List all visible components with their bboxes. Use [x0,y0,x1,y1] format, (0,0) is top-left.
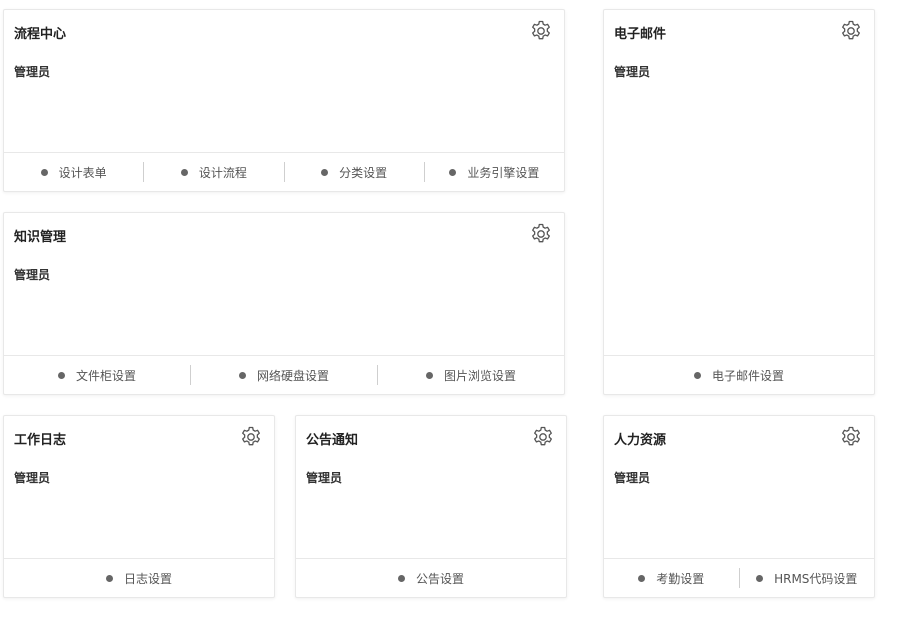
link-file-cabinet-settings[interactable]: 文件柜设置 [4,365,190,385]
link-design-form[interactable]: 设计表单 [4,162,143,182]
gear-icon[interactable] [839,19,863,43]
card-footer: 设计表单 设计流程 分类设置 业务引擎设置 [4,152,564,191]
bullet-dot [40,168,48,176]
card-footer: 文件柜设置 网络硬盘设置 图片浏览设置 [4,355,564,394]
card-title: 工作日志 [14,433,67,448]
card-footer: 电子邮件设置 [604,355,874,394]
link-email-settings[interactable]: 电子邮件设置 [604,365,874,385]
bullet-dot [238,371,246,379]
link-label: HRMS代码设置 [774,571,858,586]
card-role: 管理员 [14,471,51,485]
card-title: 流程中心 [14,27,67,42]
gear-icon[interactable] [529,19,553,43]
link-label: 业务引擎设置 [467,165,540,180]
card-role: 管理员 [614,471,651,485]
card-title: 电子邮件 [614,27,667,42]
link-design-process[interactable]: 设计流程 [143,162,283,182]
bullet-dot [105,574,113,582]
card-footer: 公告设置 [296,558,566,597]
link-label: 图片浏览设置 [443,368,516,383]
link-label: 公告设置 [415,571,464,586]
bullet-dot [321,168,329,176]
gear-icon[interactable] [239,425,263,449]
card-footer: 考勤设置 HRMS代码设置 [604,558,874,597]
card-role: 管理员 [614,65,651,79]
link-label: 文件柜设置 [75,368,136,383]
link-label: 日志设置 [123,571,172,586]
link-label: 电子邮件设置 [711,368,784,383]
link-label: 设计表单 [58,165,107,180]
card-notice: 公告通知 管理员 公告设置 [295,415,567,598]
card-worklog: 工作日志 管理员 日志设置 [3,415,275,598]
card-hr: 人力资源 管理员 考勤设置 HRMS代码设置 [603,415,875,598]
card-email: 电子邮件 管理员 电子邮件设置 [603,9,875,395]
gear-icon[interactable] [531,425,555,449]
link-category-settings[interactable]: 分类设置 [283,162,424,182]
link-image-browse-settings[interactable]: 图片浏览设置 [377,365,564,385]
gear-icon[interactable] [839,425,863,449]
card-role: 管理员 [306,471,343,485]
bullet-dot [397,574,405,582]
bullet-dot [425,371,433,379]
card-role: 管理员 [14,65,51,79]
bullet-dot [638,574,646,582]
link-hrms-code-settings[interactable]: HRMS代码设置 [738,568,875,588]
card-footer: 日志设置 [4,558,274,597]
link-business-engine-settings[interactable]: 业务引擎设置 [423,162,564,182]
bullet-dot [693,371,701,379]
link-label: 网络硬盘设置 [256,368,329,383]
card-workflow: 流程中心 管理员 设计表单 设计流程 分类设置 业务引擎设置 [3,9,565,192]
card-title: 人力资源 [614,433,667,448]
card-title: 知识管理 [14,230,67,245]
bullet-dot [180,168,188,176]
card-title: 公告通知 [306,433,359,448]
link-label: 分类设置 [339,165,388,180]
link-network-disk-settings[interactable]: 网络硬盘设置 [190,365,377,385]
link-label: 设计流程 [198,165,247,180]
bullet-dot [449,168,457,176]
link-log-settings[interactable]: 日志设置 [4,568,274,588]
card-role: 管理员 [14,268,51,282]
card-knowledge: 知识管理 管理员 文件柜设置 网络硬盘设置 图片浏览设置 [3,212,565,395]
link-attendance-settings[interactable]: 考勤设置 [604,568,739,588]
gear-icon[interactable] [529,222,553,246]
link-label: 考勤设置 [656,571,705,586]
bullet-dot [756,574,764,582]
link-notice-settings[interactable]: 公告设置 [296,568,566,588]
bullet-dot [57,371,65,379]
